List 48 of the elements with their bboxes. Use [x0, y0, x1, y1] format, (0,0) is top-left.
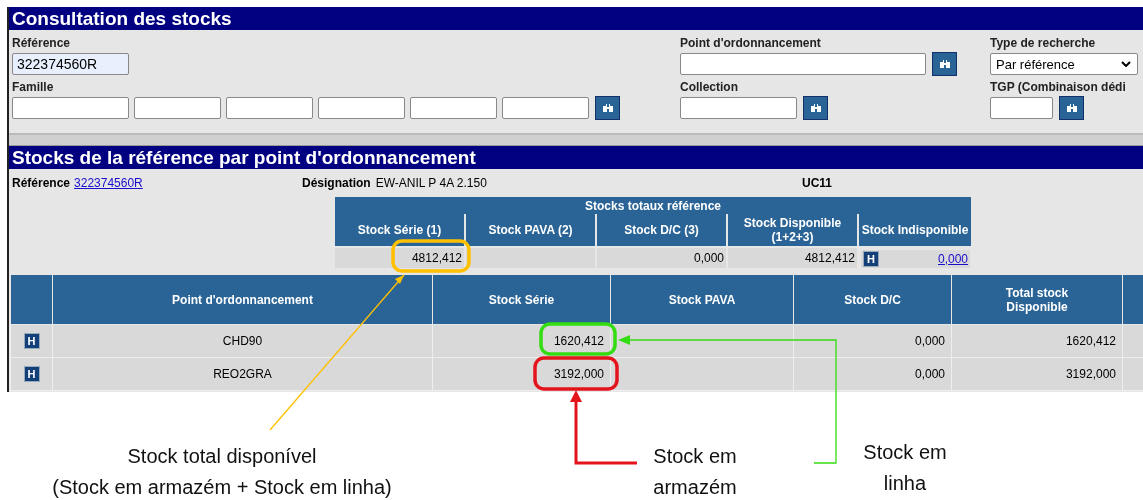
- table-cell: 0,000: [793, 324, 952, 358]
- column-header: Point d'ordonnancement: [52, 274, 433, 325]
- column-header: Stock Disponible (1+2+3): [727, 214, 858, 247]
- search-button[interactable]: [803, 96, 828, 120]
- annotation-text: Stock total disponível (Stock em armazém + Stock em linha): [51, 444, 393, 500]
- field-label: Référence: [12, 36, 72, 51]
- column-header: Stock PAVA (2): [465, 214, 596, 247]
- binoculars-icon: [601, 103, 614, 113]
- column-header: Total stock Disponible: [951, 274, 1123, 325]
- field-label: Famille: [12, 80, 55, 95]
- stock-link[interactable]: 0,000: [937, 252, 968, 266]
- field-label: Type de recherche: [990, 36, 1097, 51]
- table-cell: CHD90: [52, 324, 433, 358]
- column-header: Stock Indisponible: [858, 214, 972, 247]
- annotation-text: Stock em linha: [862, 440, 948, 496]
- column-header: Stock D/C (3): [596, 214, 727, 247]
- search-button[interactable]: [932, 52, 957, 76]
- column-header: Stocks totaux référence: [334, 197, 972, 214]
- search-button[interactable]: [595, 96, 620, 120]
- column-header: Stock D/C: [793, 274, 952, 325]
- binoculars-icon: [1065, 103, 1078, 113]
- field-label: Point d'ordonnancement: [680, 36, 822, 51]
- table-cell: 3192,000: [951, 357, 1123, 391]
- table-cell: REO2GRA: [52, 357, 433, 391]
- search-button[interactable]: [1059, 96, 1084, 120]
- column-header: Stock Série: [432, 274, 611, 325]
- field-label: TGP (Combinaison dédi: [990, 80, 1127, 95]
- unit-value: UC11: [802, 175, 833, 192]
- chevron-down-icon: [1121, 61, 1131, 67]
- search-type-dropdown[interactable]: Par référence: [990, 53, 1138, 75]
- section-title: Stocks de la référence par point d'ordonnancement: [9, 146, 1143, 169]
- designation-value: EW-ANIL P 4A 2.150: [375, 176, 487, 190]
- column-header: Stock Série (1): [334, 214, 465, 247]
- history-button[interactable]: H: [23, 366, 40, 382]
- binoculars-icon: [938, 59, 951, 69]
- field-label: Référence: [12, 176, 71, 190]
- annotation-text: Stock em armazém: [652, 444, 738, 500]
- history-button[interactable]: H: [863, 251, 879, 267]
- binoculars-icon: [809, 103, 822, 113]
- reference-link[interactable]: 322374560R: [74, 176, 143, 190]
- column-header: Stock PAVA: [610, 274, 794, 325]
- field-label: Désignation: [302, 176, 371, 190]
- field-label: Collection: [680, 80, 739, 95]
- input-field[interactable]: 322374560R: [12, 53, 129, 75]
- table-cell: 1620,412: [951, 324, 1123, 358]
- table-cell: 0,000: [793, 357, 952, 391]
- history-button[interactable]: H: [23, 333, 40, 349]
- section-title: Consultation des stocks: [9, 7, 1143, 30]
